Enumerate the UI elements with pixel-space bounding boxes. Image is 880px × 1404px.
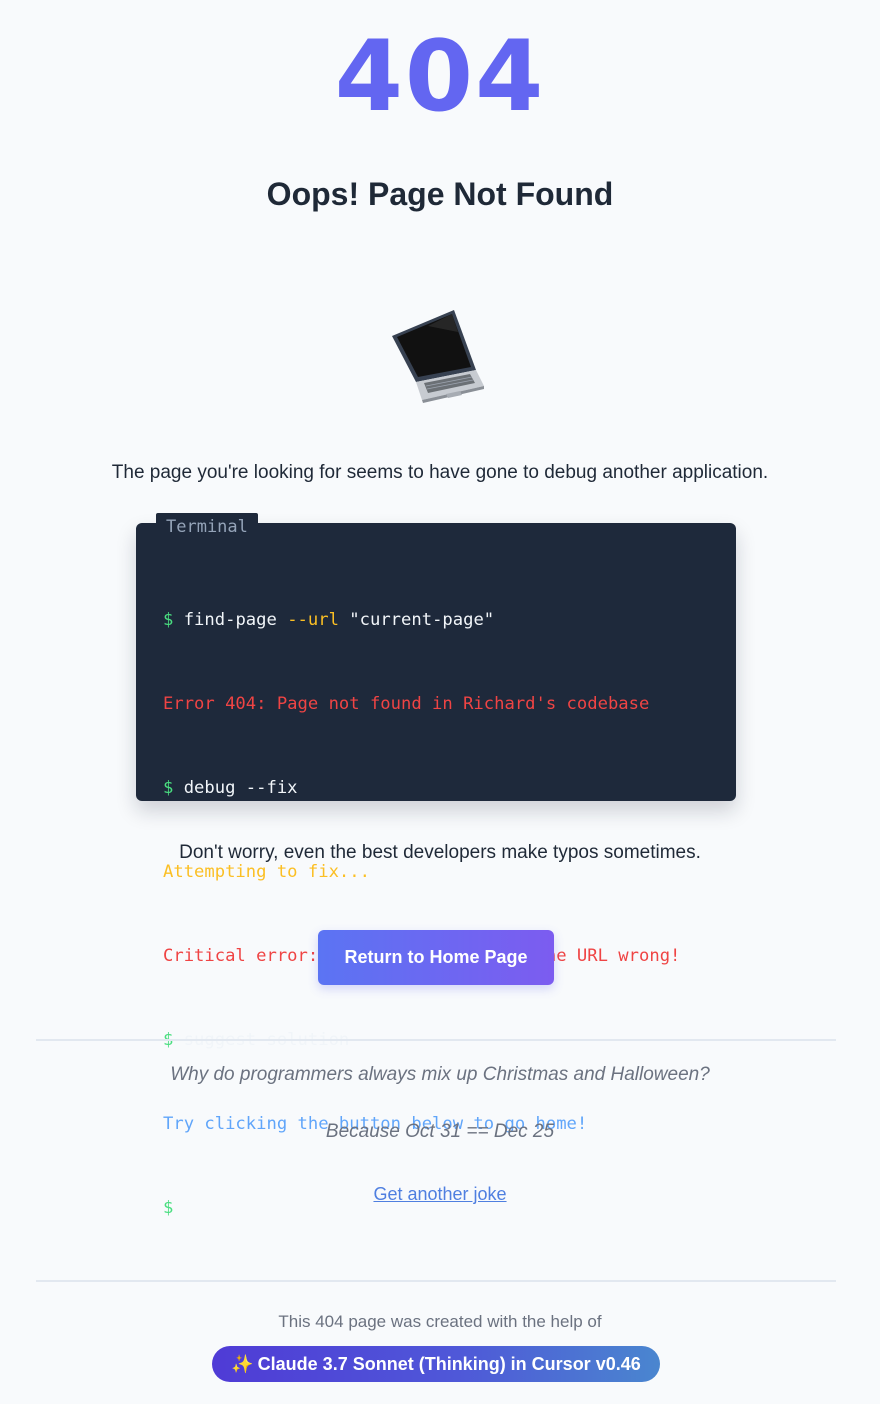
terminal-output: $ find-page --url "current-page" Error 4… [163, 550, 716, 1278]
laptop-icon [388, 304, 488, 404]
divider [36, 1280, 836, 1282]
sparkles-icon: ✨ [231, 1354, 254, 1374]
divider [36, 1039, 836, 1041]
terminal-error-line: Error 404: Page not found in Richard's c… [163, 694, 650, 714]
terminal-tab-label: Terminal [156, 513, 258, 541]
return-home-button[interactable]: Return to Home Page [318, 930, 554, 985]
lead-text: The page you're looking for seems to hav… [111, 462, 769, 483]
joke-link-wrapper: Get another joke [0, 1181, 880, 1207]
page-title: Oops! Page Not Found [266, 176, 614, 212]
get-another-joke-link[interactable]: Get another joke [373, 1184, 506, 1204]
terminal-prompt: $ [163, 778, 174, 798]
terminal-command: debug --fix [173, 778, 298, 798]
terminal-line: $ debug --fix [163, 774, 716, 802]
reassurance-text: Don't worry, even the best developers ma… [179, 842, 701, 863]
terminal-prompt: $ [163, 610, 174, 630]
joke-question: Why do programmers always mix up Christm… [170, 1064, 710, 1085]
terminal-command: find-page [173, 610, 288, 630]
error-code: 404 [334, 20, 546, 134]
terminal-window: Terminal $ find-page --url "current-page… [136, 513, 736, 1218]
terminal-argument: "current-page" [338, 610, 495, 630]
model-badge-label: Claude 3.7 Sonnet (Thinking) in Cursor v… [257, 1354, 641, 1374]
joke-answer: Because Oct 31 == Dec 25 [325, 1121, 555, 1142]
terminal-flag: --url [287, 610, 339, 630]
terminal-line: $ find-page --url "current-page" [163, 606, 716, 634]
not-found-page: 404 Oops! Page Not Found The page you're… [0, 0, 880, 1404]
model-badge[interactable]: ✨ Claude 3.7 Sonnet (Thinking) in Cursor … [212, 1346, 660, 1382]
credit-text: This 404 page was created with the help … [278, 1312, 602, 1331]
